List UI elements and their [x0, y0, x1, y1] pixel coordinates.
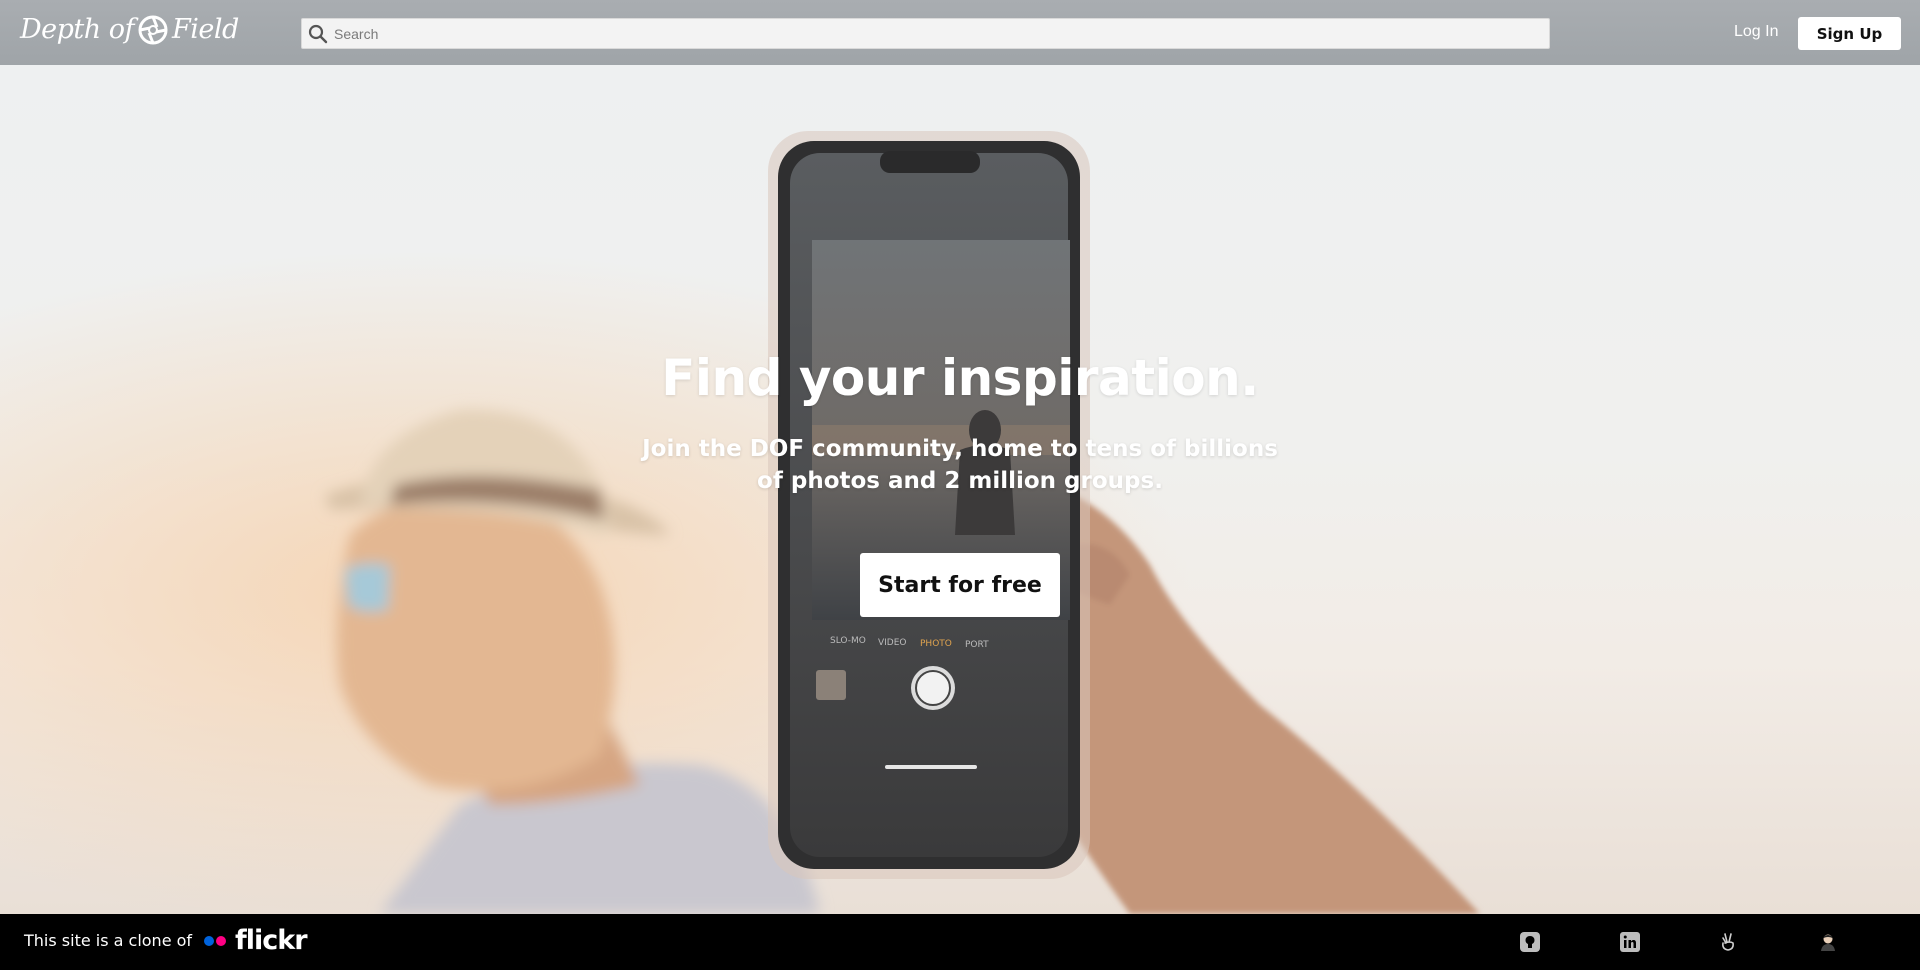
footer-bar: This site is a clone of flickr — [0, 914, 1920, 970]
svg-text:PHOTO: PHOTO — [920, 639, 952, 649]
flickr-dots-icon — [204, 935, 228, 946]
flickr-logo-link[interactable]: flickr — [204, 925, 308, 956]
github-icon[interactable] — [1520, 932, 1540, 952]
hero-section: SLO-MO VIDEO PHOTO PORT Find your inspir… — [0, 65, 1920, 914]
logo-text-field: Field — [171, 14, 239, 45]
clone-notice-text: This site is a clone of — [24, 931, 193, 950]
search-input[interactable] — [334, 20, 1534, 47]
flickr-wordmark: flickr — [235, 925, 308, 956]
linkedin-icon[interactable] — [1620, 932, 1640, 952]
signup-button[interactable]: Sign Up — [1798, 17, 1901, 50]
site-logo[interactable]: Depth of Field — [20, 14, 239, 45]
aperture-icon — [138, 15, 168, 44]
portfolio-avatar-icon[interactable] — [1818, 932, 1838, 952]
hero-title: Find your inspiration. — [661, 349, 1259, 407]
svg-text:PORT: PORT — [965, 640, 989, 650]
search-bar[interactable] — [301, 18, 1550, 49]
search-icon — [308, 24, 328, 43]
top-nav-bar: Depth of Field Log In Sign Up — [0, 0, 1920, 65]
svg-text:VIDEO: VIDEO — [878, 638, 907, 648]
angellist-icon[interactable] — [1718, 932, 1738, 952]
phone-device: SLO-MO VIDEO PHOTO PORT — [768, 131, 1090, 879]
login-link[interactable]: Log In — [1734, 23, 1778, 41]
hero-subtitle: Join the DOF community, home to tens of … — [642, 436, 1278, 494]
svg-text:SLO-MO: SLO-MO — [830, 636, 866, 646]
logo-text-depth-of: Depth of — [20, 14, 134, 45]
start-for-free-button[interactable]: Start for free — [860, 553, 1060, 617]
